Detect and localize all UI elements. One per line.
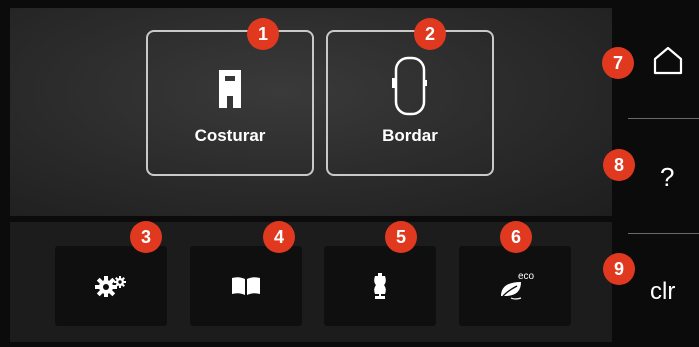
help-label: ? bbox=[660, 162, 675, 192]
embroidery-hoop-icon bbox=[392, 56, 427, 116]
callout-badge: 7 bbox=[602, 47, 634, 79]
sewing-mode-tile[interactable]: Costurar bbox=[146, 30, 314, 176]
dress-form-icon bbox=[374, 273, 386, 299]
callout-badge: 9 bbox=[603, 253, 635, 285]
eco-label: eco bbox=[518, 271, 535, 282]
mode-selection-area: Costurar Bordar bbox=[10, 8, 612, 216]
home-icon bbox=[653, 46, 683, 75]
side-divider bbox=[628, 233, 699, 234]
sewing-machine-home-screen: Costurar Bordar eco ? clr 1 2 3 4 5 6 7 … bbox=[0, 0, 699, 347]
creative-consultant-button[interactable] bbox=[324, 246, 436, 326]
sewing-mode-label: Costurar bbox=[194, 126, 266, 145]
gears-icon bbox=[95, 276, 126, 297]
settings-button[interactable] bbox=[55, 246, 167, 326]
open-book-icon bbox=[232, 277, 260, 295]
eco-mode-button[interactable]: eco bbox=[459, 246, 571, 326]
side-divider bbox=[628, 118, 699, 119]
tutorial-button[interactable] bbox=[190, 246, 302, 326]
callout-badge: 3 bbox=[130, 221, 162, 253]
clear-label: clr bbox=[650, 278, 676, 305]
callout-badge: 1 bbox=[247, 18, 279, 50]
callout-badge: 4 bbox=[263, 221, 295, 253]
callout-badge: 5 bbox=[385, 221, 417, 253]
embroidery-mode-tile[interactable]: Bordar bbox=[326, 30, 494, 176]
eco-leaf-icon: eco bbox=[501, 271, 535, 300]
callout-badge: 8 bbox=[603, 149, 635, 181]
callout-badge: 2 bbox=[414, 18, 446, 50]
callout-badge: 6 bbox=[500, 221, 532, 253]
presser-foot-icon bbox=[219, 70, 241, 108]
embroidery-mode-label: Bordar bbox=[382, 126, 438, 145]
